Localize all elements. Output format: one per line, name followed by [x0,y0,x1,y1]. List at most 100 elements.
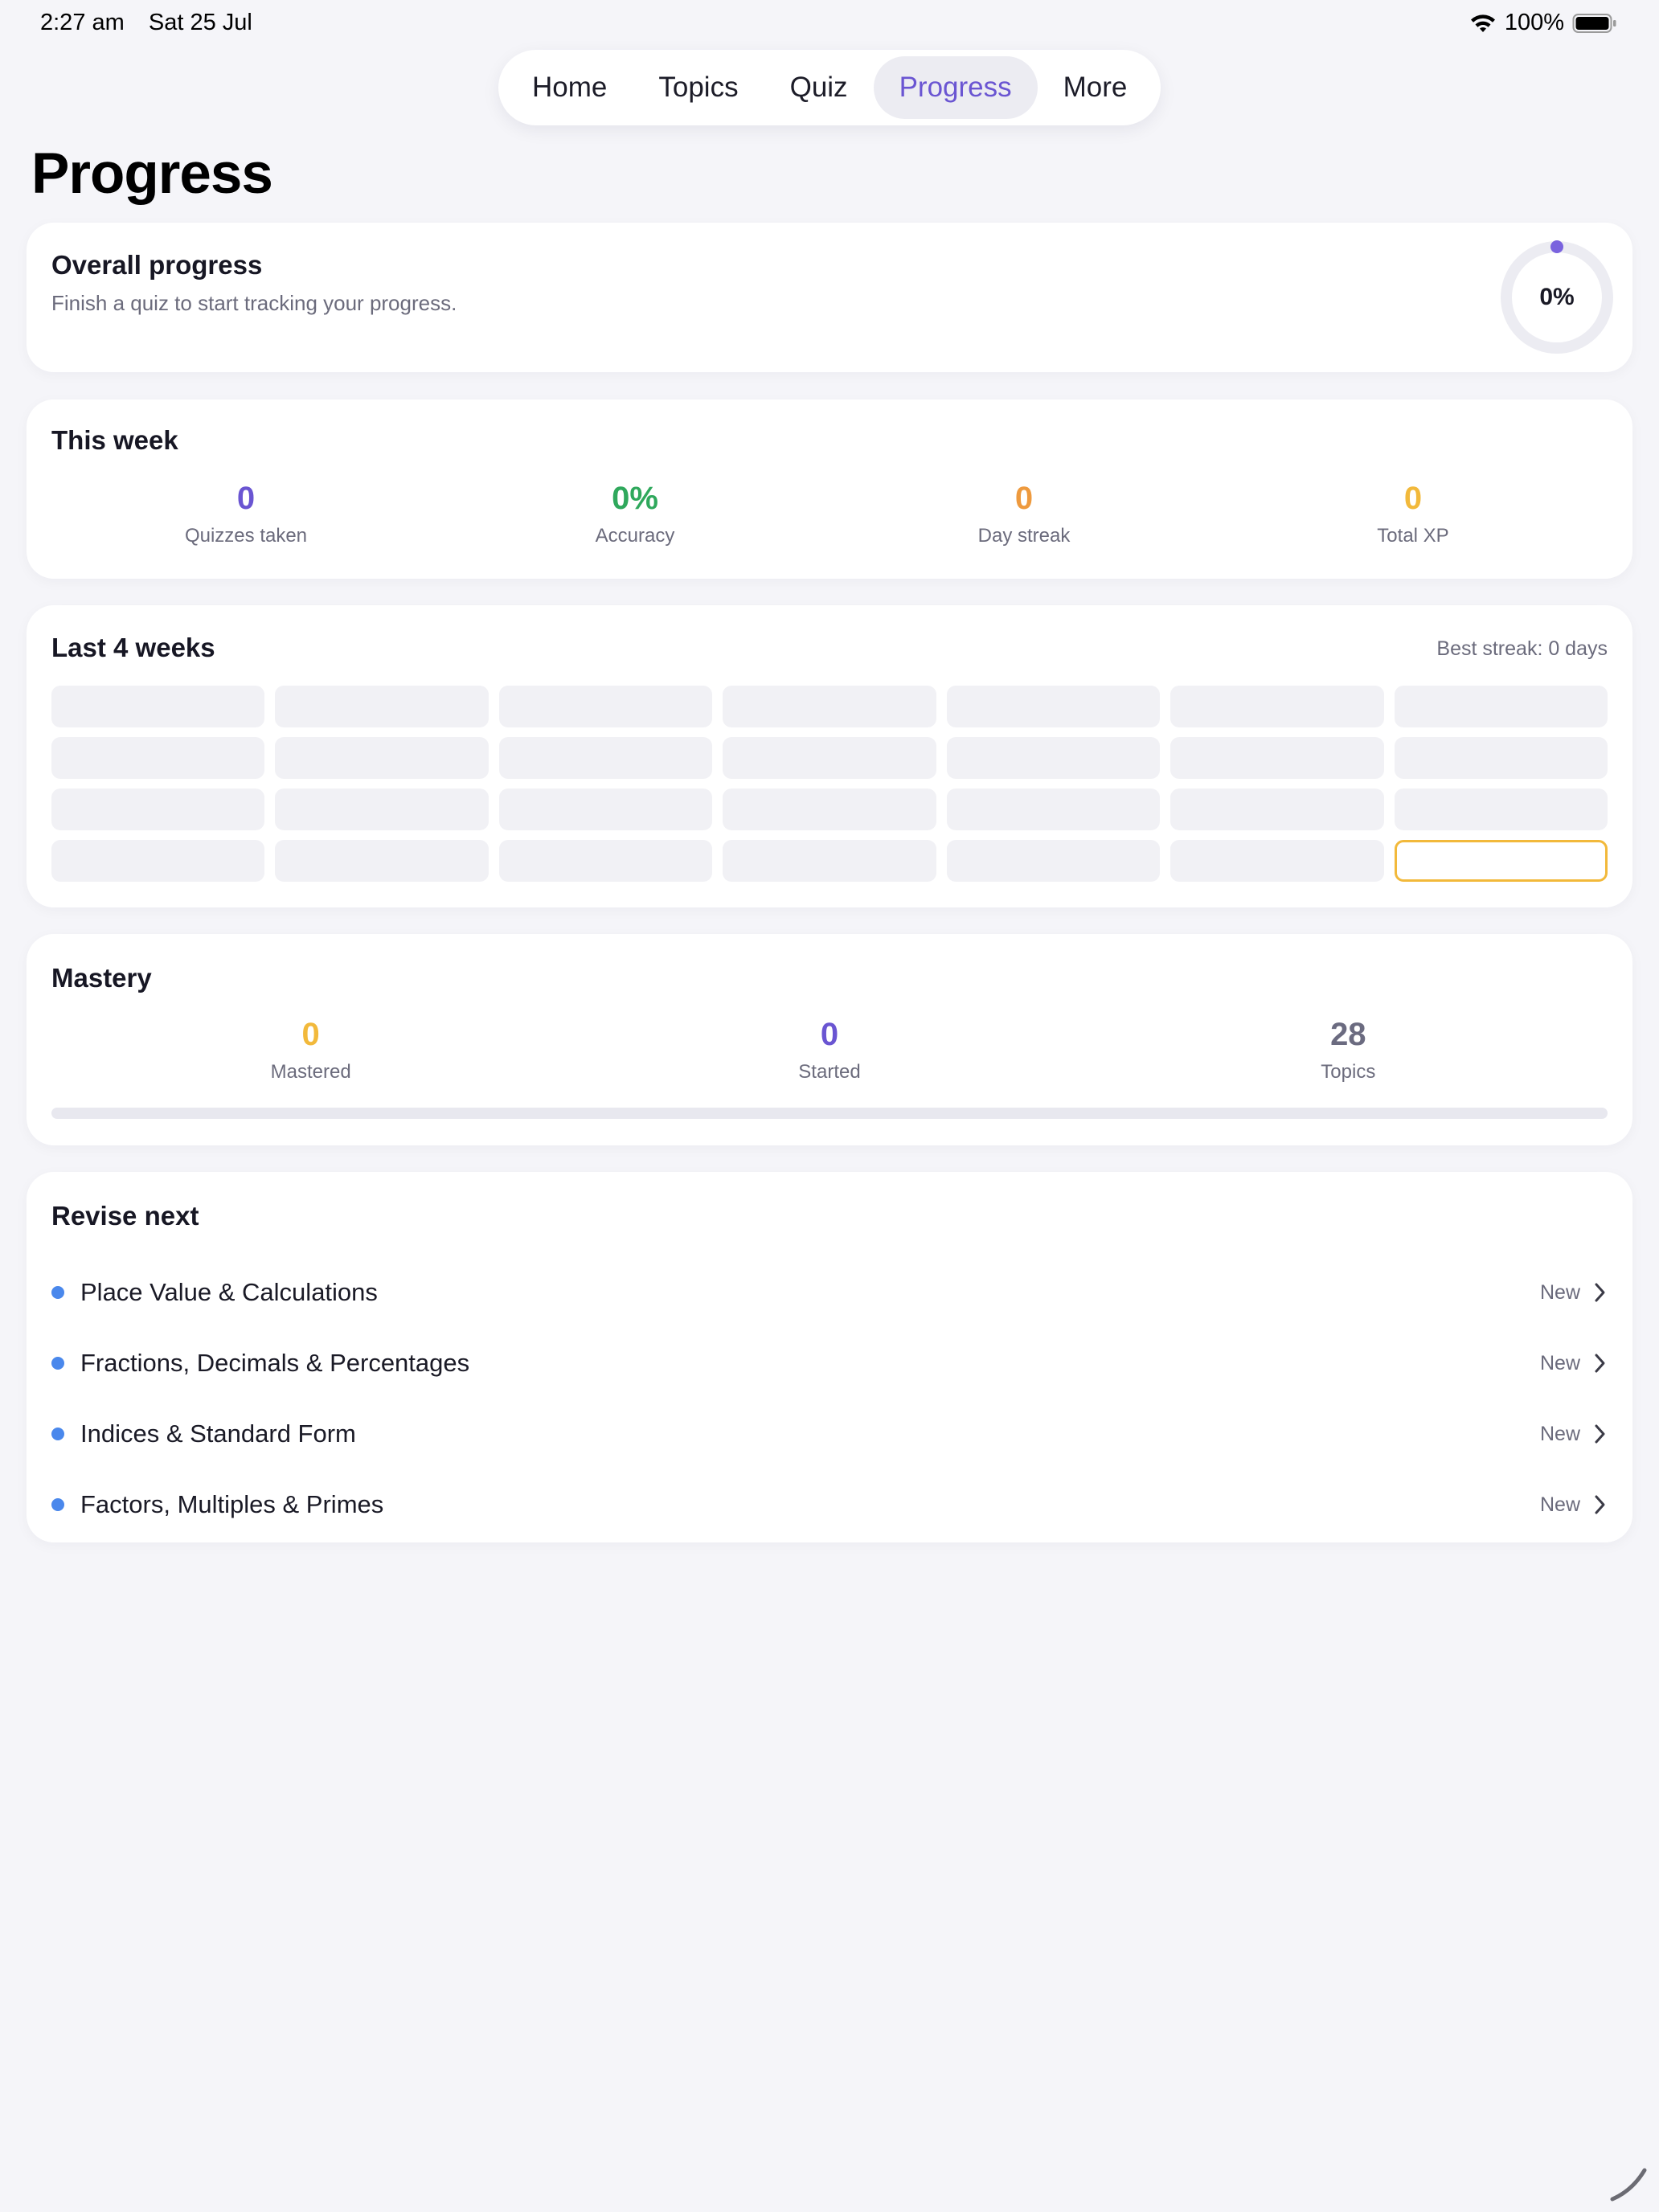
activity-day [723,686,936,727]
stat-label: Mastered [270,1061,351,1083]
tab-quiz[interactable]: Quiz [764,56,874,119]
activity-grid [51,686,1608,882]
activity-day [498,737,713,779]
activity-day [275,840,489,882]
overall-progress-subtitle: Finish a quiz to start tracking your pro… [51,291,457,315]
activity-day [946,686,1161,727]
mastery-stat-topics: 28 Topics [1089,1016,1608,1083]
revise-status-badge: New [1539,1280,1580,1304]
this-week-stats: 0 Quizzes taken 0% Accuracy 0 Day streak 0 Tota… [51,480,1608,547]
stat-value: 28 [1330,1017,1366,1052]
activity-day [51,737,265,779]
tab-topics[interactable]: Topics [633,56,764,119]
battery-icon [1572,13,1616,33]
stat-label: Topics [1321,1061,1376,1083]
revise-topic-row[interactable]: Factors, Multiples & Primes New [51,1469,1608,1540]
revise-next-card: Revise next Place Value & Calculations Ne… [27,1172,1632,1542]
bullet-dot-icon [51,1357,64,1370]
status-time: 2:27 am Sat 25 Jul [40,10,270,36]
status-indicators: 100% [1469,10,1617,36]
chevron-right-icon [1595,1424,1605,1444]
status-clock: 2:27 am [40,10,125,35]
revise-status-badge: New [1539,1422,1580,1445]
progress-ring-label: 0% [1539,284,1575,310]
activity-day [275,686,489,727]
status-date: Sat 25 Jul [148,10,252,35]
mastery-stat-mastered: 0 Mastered [51,1016,570,1083]
best-streak-label: Best streak: 0 days [1436,637,1608,660]
mastery-card: Mastery 0 Mastered 0 Started 28 Topics [27,934,1632,1145]
stat-value: 0 [236,481,256,516]
activity-day [723,737,936,779]
status-bar: 2:27 am Sat 25 Jul 100% [0,0,1659,51]
chevron-right-icon [1595,1283,1605,1302]
revise-next-list: Place Value & Calculations New Fractions, … [51,1257,1608,1540]
this-week-title: This week [51,425,178,455]
revise-topic-name: Factors, Multiples & Primes [80,1490,384,1518]
stat-label: Total XP [1377,525,1449,547]
last-4-weeks-card: Last 4 weeks Best streak: 0 days [27,605,1632,907]
activity-day [498,840,713,882]
activity-day [1170,789,1384,830]
mastery-stats: 0 Mastered 0 Started 28 Topics [51,1016,1608,1083]
stat-value: 0% [612,481,658,516]
overall-progress-title: Overall progress [51,250,263,280]
activity-day [51,840,265,882]
revise-topic-name: Indices & Standard Form [80,1419,356,1448]
stat-label: Day streak [977,525,1071,547]
stat-label: Quizzes taken [184,525,308,547]
activity-day [1394,686,1608,727]
activity-day-today [1394,840,1608,882]
stat-value: 0 [301,1017,320,1052]
activity-day [946,840,1161,882]
wifi-icon [1470,14,1495,32]
stat-quizzes-taken: 0 Quizzes taken [51,480,440,547]
overall-progress-card: Overall progress Finish a quiz to start … [27,223,1632,372]
tab-more[interactable]: More [1038,56,1153,119]
activity-day [498,789,713,830]
activity-day [723,840,936,882]
revise-topic-name: Fractions, Decimals & Percentages [80,1349,470,1377]
top-nav: Home Topics Quiz Progress More [498,50,1161,125]
activity-day [1394,789,1608,830]
page-title: Progress [31,142,273,206]
mastery-title: Mastery [51,963,152,993]
revise-topic-row[interactable]: Place Value & Calculations New [51,1257,1608,1328]
this-week-card: This week 0 Quizzes taken 0% Accuracy 0 Day s… [27,399,1632,579]
last-4-weeks-title: Last 4 weeks [51,633,215,662]
bullet-dot-icon [51,1286,64,1299]
activity-day [51,789,265,830]
scribble-indicator-icon [1610,2168,1647,2202]
stat-value: 0 [820,1017,839,1052]
chevron-right-icon [1595,1354,1605,1373]
bullet-dot-icon [51,1428,64,1440]
battery-percent: 100% [1504,10,1564,35]
stat-label: Started [798,1061,861,1083]
revise-topic-name: Place Value & Calculations [80,1278,378,1306]
activity-day [275,737,489,779]
revise-topic-row[interactable]: Fractions, Decimals & Percentages New [51,1328,1608,1399]
stat-value: 0 [1014,481,1034,516]
revise-status-badge: New [1539,1493,1580,1516]
activity-day [275,789,489,830]
bullet-dot-icon [51,1498,64,1511]
activity-day [1170,737,1384,779]
revise-topic-row[interactable]: Indices & Standard Form New [51,1399,1608,1469]
activity-day [946,789,1161,830]
stat-value: 0 [1403,481,1423,516]
activity-day [946,737,1161,779]
activity-day [1394,737,1608,779]
stat-label: Accuracy [595,525,675,547]
mastery-progress-bar [51,1108,1608,1119]
tab-progress[interactable]: Progress [873,56,1038,119]
tab-home[interactable]: Home [506,56,633,119]
activity-day [1170,686,1384,727]
chevron-right-icon [1595,1495,1605,1514]
activity-day [498,686,713,727]
activity-day [723,789,936,830]
stat-accuracy: 0% Accuracy [440,480,830,547]
activity-day [51,686,265,727]
stat-total-xp: 0 Total XP [1219,480,1608,547]
revise-next-title: Revise next [51,1201,199,1231]
mastery-stat-started: 0 Started [570,1016,1088,1083]
